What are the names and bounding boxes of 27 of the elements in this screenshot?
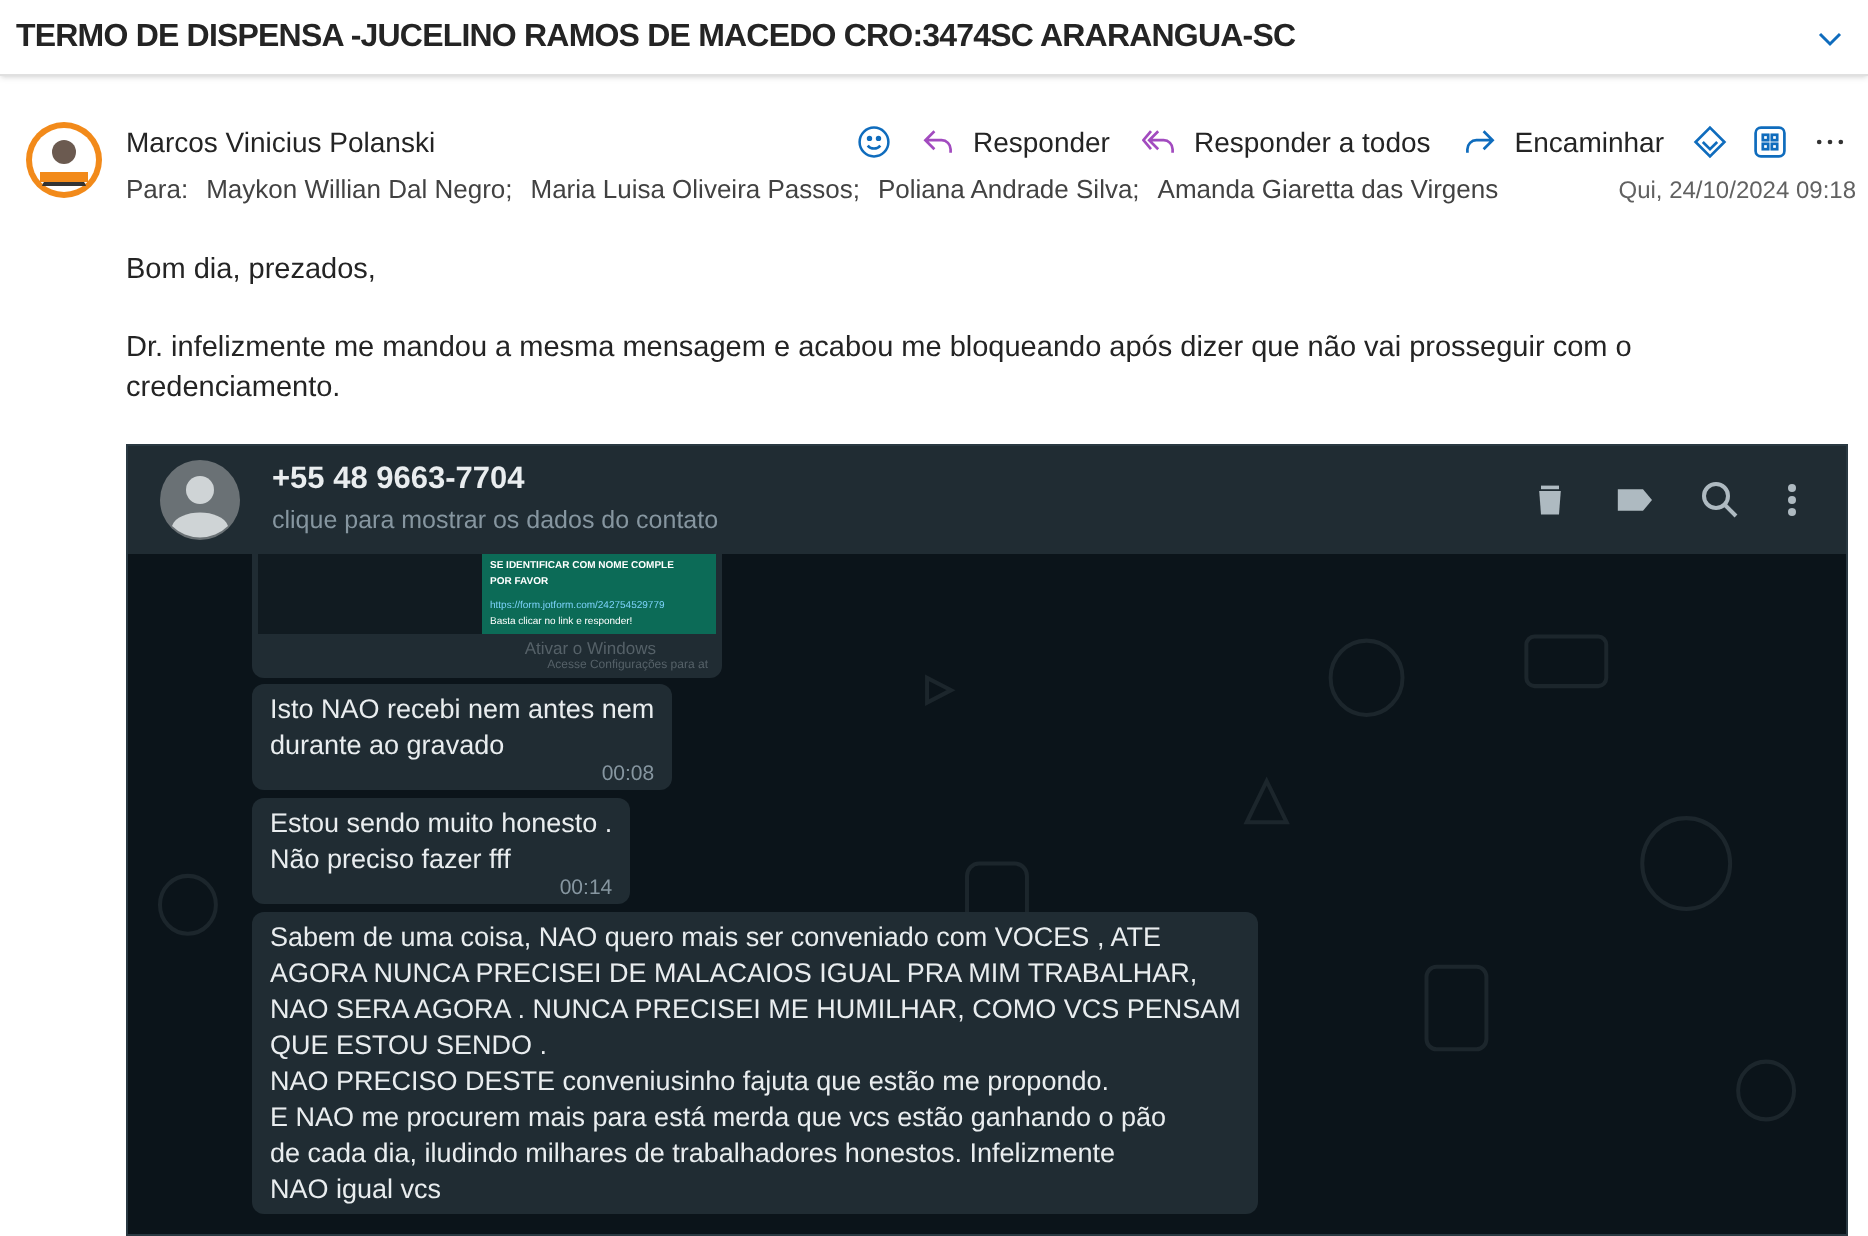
sender-name: Marcos Vinicius Polanski xyxy=(126,123,436,161)
recipient-name[interactable]: Maria Luisa Oliveira Passos; xyxy=(530,170,860,209)
search-icon[interactable] xyxy=(1700,479,1740,519)
contact-avatar-icon xyxy=(160,459,240,539)
reply-all-button[interactable]: Responder a todos xyxy=(1125,113,1447,171)
to-label: Para: xyxy=(126,172,189,208)
message-time: 00:08 xyxy=(601,763,655,783)
message-date: Qui, 24/10/2024 09:18 xyxy=(1618,173,1856,208)
message-time: 00:14 xyxy=(559,877,613,897)
recipient-name[interactable]: Poliana Andrade Silva; xyxy=(877,170,1140,209)
message-text: Isto NAO recebi nem antes nem durante ao gravado xyxy=(270,691,655,763)
subject-title: TERMO DE DISPENSA -JUCELINO RAMOS DE MACEDO CRO:3474SC ARARANGUA-SC xyxy=(16,17,1296,57)
contact-subtitle: clique para mostrar os dados do contato xyxy=(272,503,719,538)
contact-number: +55 48 9663-7704 xyxy=(272,459,527,499)
message-text: Sabem de uma coisa, NAO quero mais ser conveniado com VOCES , ATE AGORA NUNCA PRECISEI DE MALACAIOS IGUAL PRA MIM TRABALHAR, NAO SERA AGORA . NUNCA PRECISEI ME HUMILHAR, COMO VCS PENSAM QUE ESTOU SENDO . NAO PRECISO DESTE conveniusinho fajuta que estão me propondo. E NAO me procurem mais para está merda que vcs estão ganhando o pão de cada dia, iludindo milhares de trabalhadores honestos. Infelizmente NAO igual vcs xyxy=(270,919,1241,1207)
body-paragraph: Dr. infelizmente me mandou a mesma mensagem e acabou me bloqueando após dizer que não vai prosseguir com o credenciamento. xyxy=(126,329,1634,407)
message-text: Estou sendo muito honesto . Não preciso fazer fff xyxy=(270,805,613,877)
reply-button[interactable]: Responder xyxy=(904,113,1126,171)
recipient-name[interactable]: Amanda Giaretta das Virgens xyxy=(1157,170,1499,209)
avatar-icon xyxy=(24,120,104,200)
recipient-name[interactable]: Maykon Willian Dal Negro; xyxy=(206,170,513,209)
smiley-icon[interactable] xyxy=(856,124,893,160)
body-paragraph: Bom dia, prezados, xyxy=(126,251,378,289)
diamond-icon[interactable] xyxy=(1692,124,1728,160)
apps-icon[interactable] xyxy=(1752,124,1788,160)
menu-icon[interactable] xyxy=(1786,481,1798,517)
forward-button[interactable]: Encaminhar xyxy=(1446,113,1680,171)
